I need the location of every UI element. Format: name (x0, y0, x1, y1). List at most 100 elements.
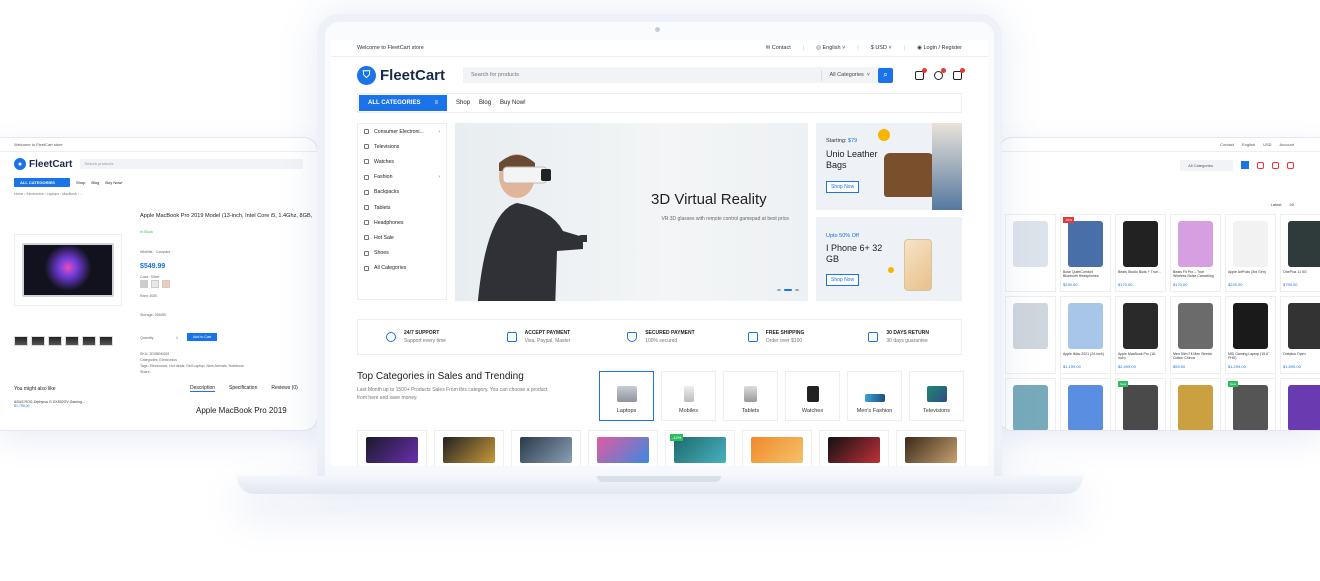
product-card[interactable] (511, 430, 581, 466)
thumbnail[interactable] (48, 336, 62, 346)
left-logo[interactable]: ● FleetCart (14, 158, 72, 170)
compare-link[interactable]: Compare (156, 250, 171, 254)
product-card[interactable] (819, 430, 889, 466)
cart-icon[interactable] (953, 67, 965, 80)
right-category-select[interactable]: All Categories (1180, 159, 1233, 171)
menu-item-headphones[interactable]: Headphones (358, 215, 446, 230)
menu-item-watches[interactable]: Watches (358, 154, 446, 169)
product-card[interactable]: Apple iMac 2021 (24-inch) $1,199.00 (1060, 296, 1111, 374)
slide-dot[interactable] (777, 289, 781, 291)
product-card[interactable]: OnePlus 11 5G $799.00 (1280, 214, 1320, 292)
nav-shop[interactable]: Shop (456, 100, 470, 106)
menu-item-consumer-electronics[interactable]: Consumer Electroni... › (358, 124, 446, 139)
nav-buy-now[interactable]: Buy Now! (500, 100, 526, 106)
product-card[interactable]: Apple MacBook Pro (16-inch) $2,499.00 (1115, 296, 1166, 374)
product-card[interactable]: Beats Fit Pro – True Wireless Noise Canc… (1170, 214, 1221, 292)
contact-link[interactable]: ✉ Contact (766, 45, 791, 51)
product-card[interactable] (1005, 296, 1056, 374)
menu-item-hot-sale[interactable]: Hot Sale (358, 230, 446, 245)
product-card[interactable]: Apple AirPods (3rd Gen) $229.00 (1225, 214, 1276, 292)
menu-item-televisions[interactable]: Televisions (358, 139, 446, 154)
promo-iphone[interactable]: Upto 50% Off I Phone 6+ 32 GB Shop Now (816, 217, 962, 301)
nav-blog[interactable]: Blog (479, 100, 491, 106)
product-main-image[interactable] (14, 234, 122, 306)
product-card[interactable] (1005, 214, 1056, 292)
promo-bags[interactable]: Starting: $79 Unio Leather Bags Shop Now (816, 123, 962, 210)
product-card[interactable] (1170, 378, 1221, 430)
sort-select[interactable]: Latest (1271, 202, 1282, 207)
product-card[interactable]: New (1115, 378, 1166, 430)
tab-reviews[interactable]: Reviews (0) (271, 385, 297, 392)
color-swatch[interactable] (151, 280, 159, 288)
left-nav-link[interactable]: Buy Now! (105, 180, 122, 185)
left-nav-link[interactable]: Blog (91, 180, 99, 185)
logo[interactable]: ⛉ FleetCart (357, 65, 463, 85)
menu-item-all-categories[interactable]: All Categories (358, 261, 446, 276)
all-categories-button[interactable]: ALL CATEGORIES ≡ (359, 95, 447, 111)
category-televisions[interactable]: Televisions (909, 371, 964, 421)
right-contact-link[interactable]: Contact (1220, 142, 1234, 147)
category-mens-fashion[interactable]: Men's Fashion (847, 371, 902, 421)
left-all-categories-button[interactable]: ALL CATEGORIES (14, 177, 70, 187)
language-select[interactable]: ◎ English ˅ (816, 45, 845, 51)
heart-icon[interactable] (1272, 161, 1279, 169)
login-link[interactable]: ◉ Login / Register (917, 45, 962, 51)
search-input[interactable] (463, 72, 821, 78)
product-card[interactable]: MSI Gaming Laptop (15.6" FHD) $1,299.00 (1225, 296, 1276, 374)
add-to-cart-button[interactable]: Add to Cart (187, 333, 218, 341)
heart-icon[interactable] (934, 67, 946, 80)
quantity-stepper[interactable]: 1 (176, 336, 178, 340)
search-button[interactable]: ⌕ (878, 67, 893, 83)
menu-item-fashion[interactable]: Fashion › (358, 170, 446, 185)
thumbnail[interactable] (14, 336, 28, 346)
category-laptops[interactable]: Laptops (599, 371, 654, 421)
thumbnail[interactable] (65, 336, 79, 346)
left-search-input[interactable]: Search products (80, 159, 303, 169)
product-card[interactable]: -12% (665, 430, 735, 466)
right-language-select[interactable]: English (1242, 142, 1255, 147)
shop-now-button[interactable]: Shop Now (826, 181, 860, 193)
thumbnail[interactable] (82, 336, 96, 346)
product-card[interactable] (1060, 378, 1111, 430)
product-card[interactable]: -50% Bose QuietComfort Bluetooth Headphon… (1060, 214, 1111, 292)
menu-item-shoes[interactable]: Shoes (358, 246, 446, 261)
product-card[interactable]: Oneplus Open $1,699.00 (1280, 296, 1320, 374)
category-watches[interactable]: Watches (785, 371, 840, 421)
product-card[interactable] (1005, 378, 1056, 430)
currency-select[interactable]: $ USD ˅ (871, 45, 892, 51)
menu-item-backpacks[interactable]: Backpacks (358, 185, 446, 200)
thumbnail[interactable] (31, 336, 45, 346)
right-search-button[interactable] (1241, 161, 1249, 169)
hero-slider[interactable]: 3D Virtual Reality VR 3D glasses with re… (455, 123, 808, 301)
slide-dot[interactable] (784, 289, 792, 291)
tab-description[interactable]: Description (190, 385, 216, 392)
slide-dot[interactable] (795, 289, 799, 291)
cart-icon[interactable] (1287, 161, 1294, 169)
category-tablets[interactable]: Tablets (723, 371, 778, 421)
thumbnail[interactable] (99, 336, 113, 346)
product-card[interactable] (1280, 378, 1320, 430)
color-swatch[interactable] (140, 280, 148, 288)
compare-icon[interactable] (915, 67, 927, 80)
right-account-link[interactable]: Account (1280, 142, 1294, 147)
color-swatch[interactable] (162, 280, 170, 288)
wishlist-link[interactable]: Wishlist (140, 250, 152, 254)
product-card[interactable] (588, 430, 658, 466)
left-nav-link[interactable]: Shop (76, 180, 85, 185)
product-card[interactable]: New (1225, 378, 1276, 430)
product-card[interactable] (434, 430, 504, 466)
menu-item-tablets[interactable]: Tablets (358, 200, 446, 215)
product-card[interactable]: Men Slim Fit Men Stretch Cotton Chinos $5… (1170, 296, 1221, 374)
product-card[interactable] (357, 430, 427, 466)
per-page-select[interactable]: 20 (1290, 202, 1294, 207)
product-card[interactable]: Beats Studio Buds + True... $170.00 (1115, 214, 1166, 292)
category-mobiles[interactable]: Mobiles (661, 371, 716, 421)
product-card[interactable] (742, 430, 812, 466)
tab-specification[interactable]: Specification (229, 385, 257, 392)
category-select[interactable]: All Categories ˅ (820, 69, 878, 81)
mini-product[interactable]: ASUS ROG Zephyrus G GX502GV Gaming... $1,… (14, 400, 85, 408)
shop-now-button[interactable]: Shop Now (826, 274, 860, 286)
product-card[interactable] (896, 430, 966, 466)
compare-icon[interactable] (1257, 161, 1264, 169)
right-currency-select[interactable]: USD (1263, 142, 1271, 147)
